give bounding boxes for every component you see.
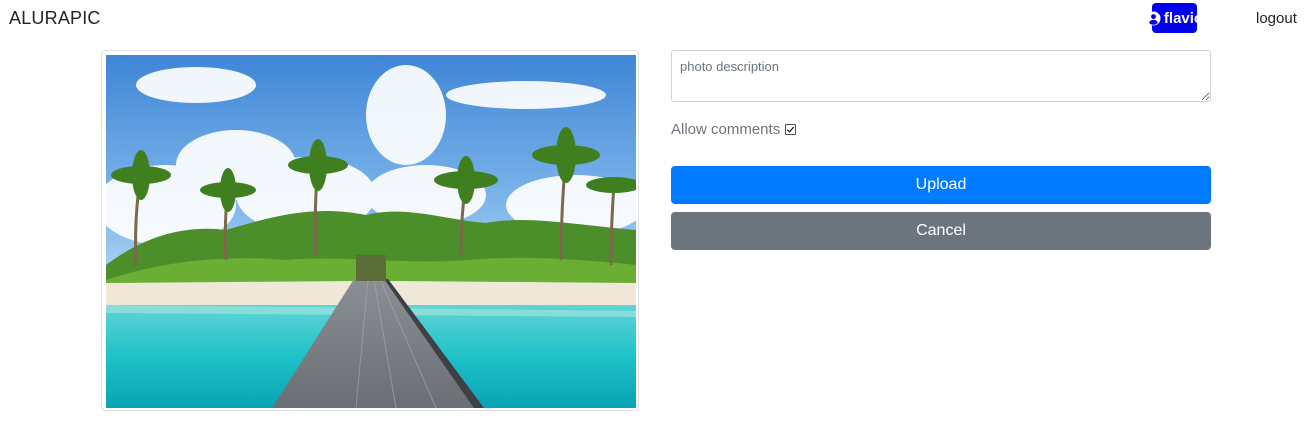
uploaded-photo: [106, 55, 636, 408]
allow-comments-checkbox[interactable]: [785, 124, 797, 135]
user-badge[interactable]: flavio: [1146, 3, 1203, 33]
user-name: flavio: [1163, 9, 1204, 27]
allow-comments-label: Allow comments: [671, 121, 781, 138]
brand-logo[interactable]: ALURAPIC: [9, 8, 101, 29]
checkmark-icon: [787, 126, 795, 133]
logout-link[interactable]: logout: [1256, 10, 1297, 27]
user-circle-icon: [1146, 10, 1161, 26]
allow-comments-row: Allow comments: [671, 121, 797, 138]
photo-description-input[interactable]: [671, 50, 1211, 102]
upload-button[interactable]: Upload: [671, 166, 1211, 204]
navbar: ALURAPIC flavio logout: [0, 0, 1307, 38]
cancel-button[interactable]: Cancel: [671, 212, 1211, 250]
photo-preview: [101, 50, 639, 411]
